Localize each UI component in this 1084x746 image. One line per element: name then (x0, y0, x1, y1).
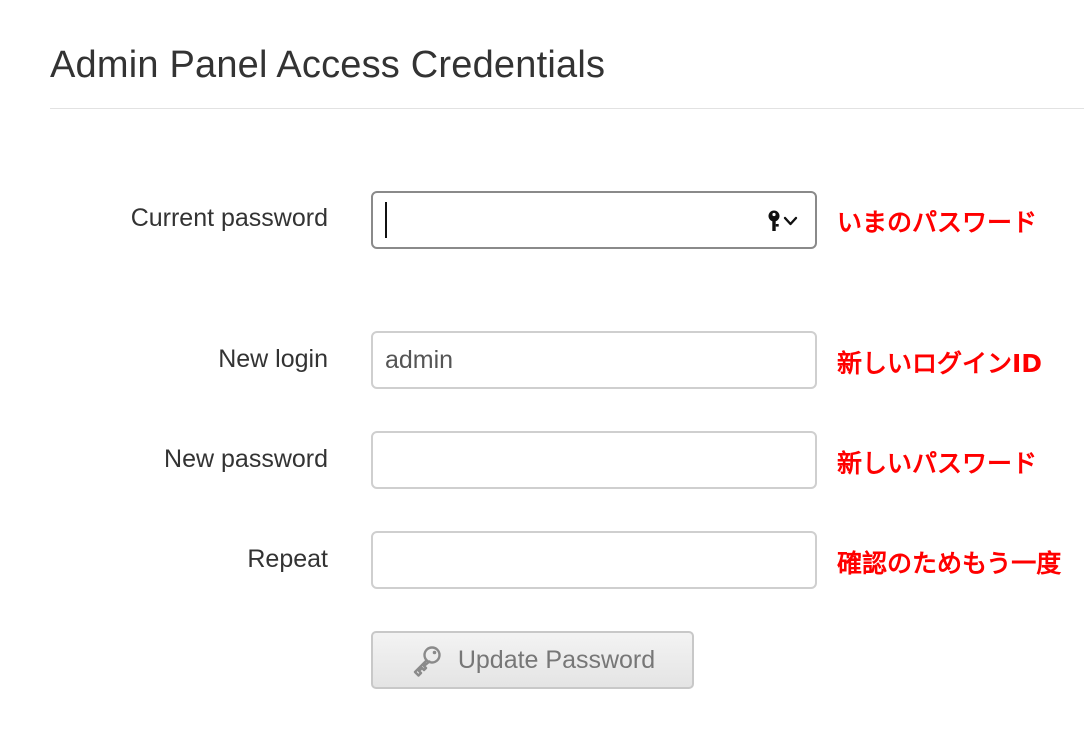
new-password-input[interactable] (373, 433, 815, 487)
current-password-field[interactable] (371, 191, 817, 249)
new-password-note: 新しいパスワード (837, 449, 1038, 478)
update-password-button[interactable]: Update Password (371, 631, 694, 689)
new-login-field[interactable] (371, 331, 817, 389)
new-password-field[interactable] (371, 431, 817, 489)
key-dropdown-icon[interactable] (767, 209, 801, 233)
repeat-label: Repeat (247, 545, 328, 573)
repeat-field[interactable] (371, 531, 817, 589)
new-login-input[interactable] (373, 333, 815, 387)
text-caret (385, 202, 387, 238)
repeat-note: 確認のためもう一度 (837, 549, 1062, 578)
new-password-label: New password (164, 445, 328, 473)
key-icon (413, 646, 441, 677)
page: Admin Panel Access Credentials Current p… (0, 0, 1084, 746)
current-password-input[interactable] (373, 193, 815, 247)
title-divider (50, 108, 1084, 109)
new-login-note: 新しいログインID (837, 349, 1043, 378)
new-login-label: New login (218, 345, 328, 373)
page-title: Admin Panel Access Credentials (50, 44, 606, 86)
current-password-note: いまのパスワード (837, 208, 1038, 237)
repeat-input[interactable] (373, 533, 815, 587)
current-password-label: Current password (130, 204, 328, 232)
update-password-label: Update Password (457, 645, 656, 674)
